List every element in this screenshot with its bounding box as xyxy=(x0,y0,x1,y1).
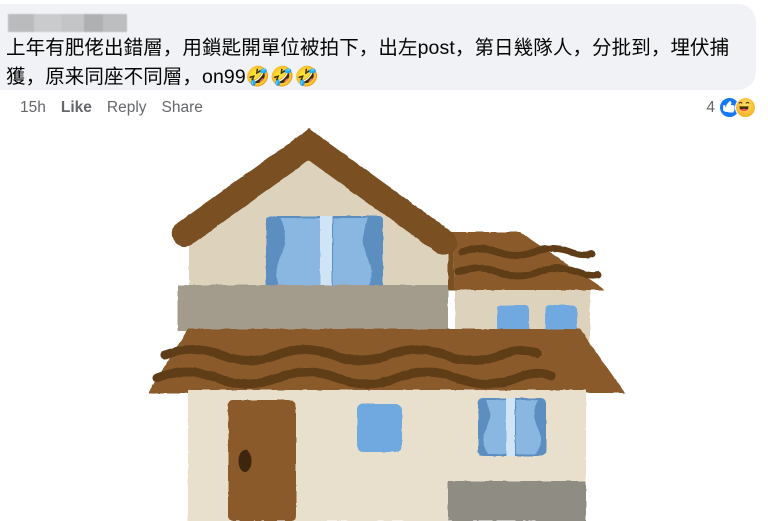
foundation xyxy=(448,481,586,521)
right-upper-roof xyxy=(452,232,605,290)
comment-block: 上年有肥佬出錯層，用鎖匙開單位被拍下，出左post，第日幾隊人，分批到，埋伏捕獲… xyxy=(0,0,768,132)
lower-window-with-curtains xyxy=(478,398,546,456)
share-button[interactable]: Share xyxy=(162,99,203,117)
comment-action-row: 15h Like Reply Share xyxy=(20,99,203,117)
reaction-badge[interactable]: 4 xyxy=(706,97,756,118)
door-handle xyxy=(238,450,252,472)
haha-icon xyxy=(735,97,756,118)
right-small-window-right xyxy=(545,305,577,333)
balcony xyxy=(178,285,448,331)
right-small-window-left xyxy=(497,305,529,333)
front-door xyxy=(228,400,296,521)
upper-window-with-curtains xyxy=(266,216,383,293)
like-button[interactable]: Like xyxy=(61,99,92,117)
redacted-username xyxy=(8,14,127,32)
lower-window-plain xyxy=(357,404,402,452)
reply-button[interactable]: Reply xyxy=(107,99,147,117)
reaction-count: 4 xyxy=(706,98,715,116)
comment-timestamp[interactable]: 15h xyxy=(20,99,46,117)
comment-text: 上年有肥佬出錯層，用鎖匙開單位被拍下，出左post，第日幾隊人，分批到，埋伏捕獲… xyxy=(6,37,730,88)
reaction-icons xyxy=(719,97,756,118)
comment-bubble: 上年有肥佬出錯層，用鎖匙開單位被拍下，出左post，第日幾隊人，分批到，埋伏捕獲… xyxy=(0,4,756,90)
